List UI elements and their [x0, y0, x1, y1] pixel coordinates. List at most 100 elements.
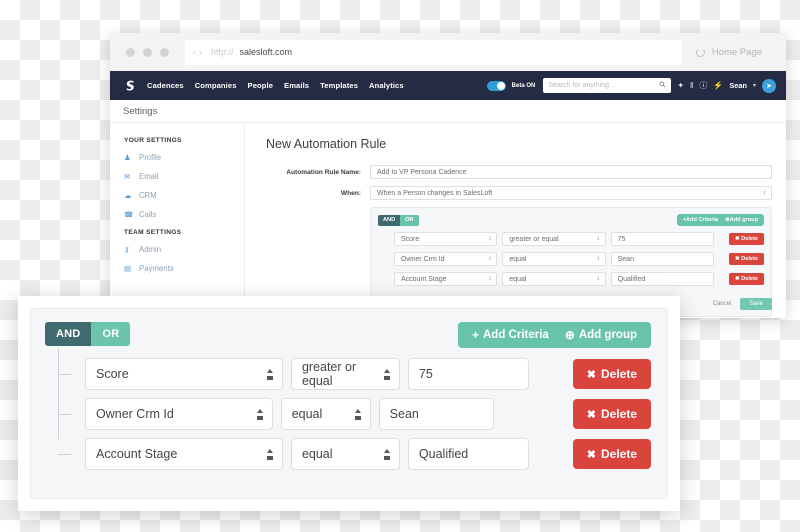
settings-label: Settings [123, 105, 158, 117]
app-navbar: Cadences Companies People Emails Templat… [110, 71, 786, 100]
value-input[interactable]: Sean [610, 252, 714, 266]
operator-select-large[interactable]: greater or equal [290, 358, 400, 390]
plus-icon: + [471, 328, 479, 342]
close-icon: ✖ [586, 408, 596, 421]
beta-label: Beta ON [511, 82, 536, 89]
url-protocol: http:// [211, 47, 234, 57]
sparkle-icon[interactable]: ✦ [677, 81, 684, 90]
or-button[interactable]: OR [400, 214, 419, 226]
criteria-row-large: Score greater or equal 75 ✖ Delete [58, 358, 652, 390]
operator-select-large[interactable]: equal [280, 398, 371, 430]
attribute-select-large[interactable]: Account Stage [85, 438, 283, 470]
sidebar-group-team-settings: TEAM SETTINGS [124, 229, 182, 236]
criteria-row: Account Stage equal Qualified ✖ Delete [378, 272, 764, 286]
search-input[interactable]: Search for anything... [543, 78, 672, 93]
attribute-select[interactable]: Account Stage [394, 272, 498, 286]
value-input-large[interactable]: 75 [407, 358, 529, 390]
save-button[interactable]: Save [740, 298, 772, 310]
add-group-button-large[interactable]: ⊕ Add group [565, 329, 637, 341]
add-group-button[interactable]: ⊕Add group [725, 217, 758, 223]
beta-toggle[interactable] [486, 80, 506, 91]
add-buttons-large: + Add Criteria ⊕ Add group [457, 322, 651, 348]
sidebar-item-profile[interactable]: ♟ Profile [124, 153, 244, 162]
and-button-large[interactable]: AND [45, 322, 92, 346]
forward-icon[interactable]: › [199, 47, 205, 57]
attribute-select[interactable]: Owner Crm Id [394, 252, 498, 266]
operator-select[interactable]: greater or equal [502, 232, 606, 246]
nav-item-companies[interactable]: Companies [195, 81, 237, 90]
sidebar-item-calls[interactable]: ☎ Calls [124, 210, 244, 219]
and-or-toggle-large[interactable]: AND OR [45, 322, 131, 346]
close-dot[interactable] [126, 47, 135, 57]
add-buttons[interactable]: +Add Criteria ⊕Add group [676, 214, 764, 226]
user-menu-label[interactable]: Sean [729, 81, 747, 90]
close-icon: ✖ [586, 448, 596, 461]
add-criteria-button-large[interactable]: + Add Criteria [472, 329, 549, 341]
key-icon: ⚷ [124, 245, 130, 254]
nav-links: Cadences Companies People Emails Templat… [147, 81, 404, 90]
value-input-large[interactable]: Sean [378, 398, 494, 430]
settings-body: YOUR SETTINGS ♟ Profile ✉ Email ☁ CRM ☎ … [110, 123, 786, 318]
attribute-select-large[interactable]: Owner Crm Id [85, 398, 273, 430]
delete-label: Delete [741, 236, 758, 242]
nav-item-templates[interactable]: Templates [320, 81, 358, 90]
sidebar-item-crm[interactable]: ☁ CRM [124, 191, 244, 200]
envelope-icon: ✉ [124, 172, 131, 181]
delete-button-large[interactable]: ✖ Delete [572, 359, 652, 389]
operator-select-large[interactable]: equal [290, 438, 400, 470]
nav-item-analytics[interactable]: Analytics [369, 81, 404, 90]
reload-icon[interactable] [695, 47, 705, 57]
sidebar-item-payments[interactable]: ▤ Payments [124, 264, 244, 273]
info-icon[interactable]: ⓘ [699, 81, 707, 90]
page-title: New Automation Rule [266, 137, 387, 151]
bolt-icon[interactable]: ⚡ [713, 81, 723, 90]
salesloft-logo-icon[interactable] [122, 78, 137, 93]
sidebar-item-email[interactable]: ✉ Email [124, 172, 244, 181]
window-controls[interactable] [120, 47, 169, 57]
add-criteria-button[interactable]: +Add Criteria [683, 217, 718, 223]
and-button[interactable]: AND [378, 214, 401, 226]
rule-name-input[interactable]: Add to VP Persona Cadence [370, 165, 772, 179]
delete-button[interactable]: ✖ Delete [728, 273, 764, 285]
delete-button[interactable]: ✖ Delete [728, 253, 764, 265]
chevron-down-icon[interactable]: ▾ [753, 82, 756, 89]
sidebar-item-label: Profile [139, 153, 162, 162]
criteria-group-header: AND OR +Add Criteria ⊕Add group [378, 214, 764, 226]
delete-button-large[interactable]: ✖ Delete [572, 439, 652, 469]
operator-select[interactable]: equal [502, 252, 606, 266]
delete-label: Delete [741, 276, 758, 282]
maximize-dot[interactable] [160, 47, 169, 57]
attribute-select-large[interactable]: Score [85, 358, 283, 390]
search-icon[interactable] [659, 81, 666, 90]
home-page-button[interactable]: Home Page [695, 47, 776, 58]
nav-item-emails[interactable]: Emails [284, 81, 309, 90]
when-select[interactable]: When a Person changes in SalesLoft [370, 186, 772, 200]
user-icon: ♟ [124, 153, 131, 162]
operator-select[interactable]: equal [502, 272, 606, 286]
attribute-select[interactable]: Score [394, 232, 498, 246]
sidebar-item-label: Admin [139, 245, 162, 254]
delete-button[interactable]: ✖ Delete [728, 233, 764, 245]
delete-label: Delete [600, 367, 638, 381]
or-button-large[interactable]: OR [91, 322, 131, 346]
nav-arrows[interactable]: ‹› [193, 47, 205, 57]
and-or-toggle[interactable]: AND OR [378, 214, 419, 226]
bars-icon[interactable]: ‖ [690, 81, 693, 90]
value-input[interactable]: 75 [610, 232, 714, 246]
phone-icon: ☎ [124, 210, 134, 219]
nav-right-cluster: Beta ON Search for anything... ✦ ‖ ⓘ ⚡ S… [486, 78, 776, 93]
cancel-button[interactable]: Cancel [713, 301, 732, 307]
close-icon: ✖ [734, 276, 740, 282]
delete-label: Delete [600, 447, 638, 461]
value-input[interactable]: Qualified [610, 272, 714, 286]
sidebar-item-admin[interactable]: ⚷ Admin [124, 245, 244, 254]
value-input-large[interactable]: Qualified [407, 438, 529, 470]
nav-item-people[interactable]: People [248, 81, 274, 90]
sidebar-item-label: Email [139, 172, 159, 181]
delete-button-large[interactable]: ✖ Delete [572, 399, 651, 429]
address-bar[interactable]: ‹› http:// salesloft.com [185, 39, 682, 65]
avatar[interactable]: ➤ [762, 78, 776, 93]
nav-item-cadences[interactable]: Cadences [147, 81, 184, 90]
browser-window: ‹› http:// salesloft.com Home Page Caden… [110, 33, 786, 318]
minimize-dot[interactable] [143, 47, 152, 57]
